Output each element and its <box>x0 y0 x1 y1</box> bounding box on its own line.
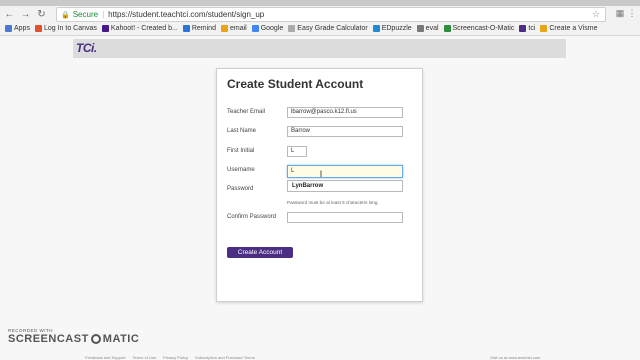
google-icon <box>251 25 259 32</box>
remind-icon <box>182 25 190 32</box>
username-field[interactable]: L <box>287 165 403 178</box>
bookmark-kahoot[interactable]: Kahoot! - Created b... <box>101 25 178 32</box>
lock-icon: 🔒 <box>61 11 70 19</box>
address-bar[interactable]: 🔒 Secure | https://student.teachtci.com/… <box>56 7 606 22</box>
footer-link-feedback[interactable]: Feedback and Support <box>85 355 125 360</box>
page-body: TCi. Create Student Account Teacher Emai… <box>0 36 640 360</box>
create-account-card: Create Student Account Teacher Email lba… <box>216 68 423 302</box>
record-circle-icon <box>90 334 101 344</box>
extension-icon[interactable]: ▦ <box>614 7 626 20</box>
menu-icon[interactable]: ⋮ <box>626 7 638 20</box>
bookmark-apps[interactable]: Apps <box>5 25 30 32</box>
bookmark-grade-calculator[interactable]: Easy Grade Calculator <box>288 25 368 32</box>
url-text[interactable]: https://student.teachtci.com/student/sig… <box>108 10 264 19</box>
teacher-email-field[interactable]: lbarrow@pasco.k12.fl.us <box>287 107 403 118</box>
bookmark-edpuzzle[interactable]: EDpuzzle <box>372 25 412 32</box>
username-suggestion[interactable]: LynBarrow <box>287 180 403 192</box>
pencil-icon <box>540 25 548 32</box>
bookmark-google[interactable]: Google <box>251 25 283 32</box>
back-arrow-icon[interactable]: ← <box>3 8 16 21</box>
secure-label: Secure <box>72 10 99 19</box>
screencast-watermark: RECORDED WITH SCREENCAST MATIC <box>8 328 139 345</box>
footer-link-subscription[interactable]: Subscription and Purchase Terms <box>195 355 255 360</box>
first-initial-label: First Initial <box>227 148 255 154</box>
watermark-brand-left: SCREENCAST <box>8 333 89 345</box>
form-title: Create Student Account <box>227 77 364 91</box>
bookmark-tci[interactable]: tci <box>519 25 535 32</box>
confirm-password-field[interactable] <box>287 212 403 223</box>
screencast-icon <box>443 25 451 32</box>
footer-link-privacy[interactable]: Privacy Policy <box>163 355 188 360</box>
tci-icon <box>519 25 527 32</box>
tci-logo[interactable]: TCi. <box>76 41 97 55</box>
bookmark-remind[interactable]: Remind <box>182 25 216 32</box>
bookmark-star-icon[interactable]: ☆ <box>592 9 600 20</box>
watermark-brand: SCREENCAST MATIC <box>8 333 139 345</box>
browser-toolbar: ← → ↻ 🔒 Secure | https://student.teachtc… <box>0 6 640 22</box>
last-name-field[interactable]: Barrow <box>287 126 403 137</box>
folder-icon <box>220 25 228 32</box>
password-hint: Password must be at least 6 characters l… <box>287 200 379 205</box>
username-label: Username <box>227 167 255 173</box>
footer-link-terms[interactable]: Terms of Use <box>132 355 156 360</box>
forward-arrow-icon[interactable]: → <box>19 8 32 21</box>
last-name-label: Last Name <box>227 128 257 134</box>
bookmark-canvas[interactable]: Log In to Canvas <box>34 25 97 32</box>
bookmarks-bar: Apps Log In to Canvas Kahoot! - Created … <box>0 22 640 36</box>
url-separator: | <box>102 10 105 19</box>
first-initial-field[interactable]: L <box>287 146 307 157</box>
bookmark-visme[interactable]: Create a Visme <box>540 25 598 32</box>
canvas-icon <box>34 25 42 32</box>
kahoot-icon <box>101 25 109 32</box>
bookmark-eval[interactable]: eval <box>416 25 439 32</box>
create-account-button[interactable]: Create Account <box>227 247 293 258</box>
page-icon <box>416 25 424 32</box>
teacher-email-label: Teacher Email <box>227 109 266 115</box>
footer-visit-link[interactable]: Visit us at www.teachtci.com <box>490 355 540 360</box>
page-icon <box>288 25 296 32</box>
bookmark-screencast[interactable]: Screencast-O-Matic <box>443 25 514 32</box>
apps-icon <box>5 25 12 32</box>
bookmark-email[interactable]: email <box>220 25 247 32</box>
edpuzzle-icon <box>372 25 380 32</box>
reload-icon[interactable]: ↻ <box>35 8 48 21</box>
watermark-brand-right: MATIC <box>102 333 140 345</box>
confirm-password-label: Confirm Password <box>227 214 277 220</box>
site-header: TCi. <box>73 39 566 58</box>
password-label: Password <box>227 186 254 192</box>
text-cursor-icon: I <box>318 169 323 179</box>
